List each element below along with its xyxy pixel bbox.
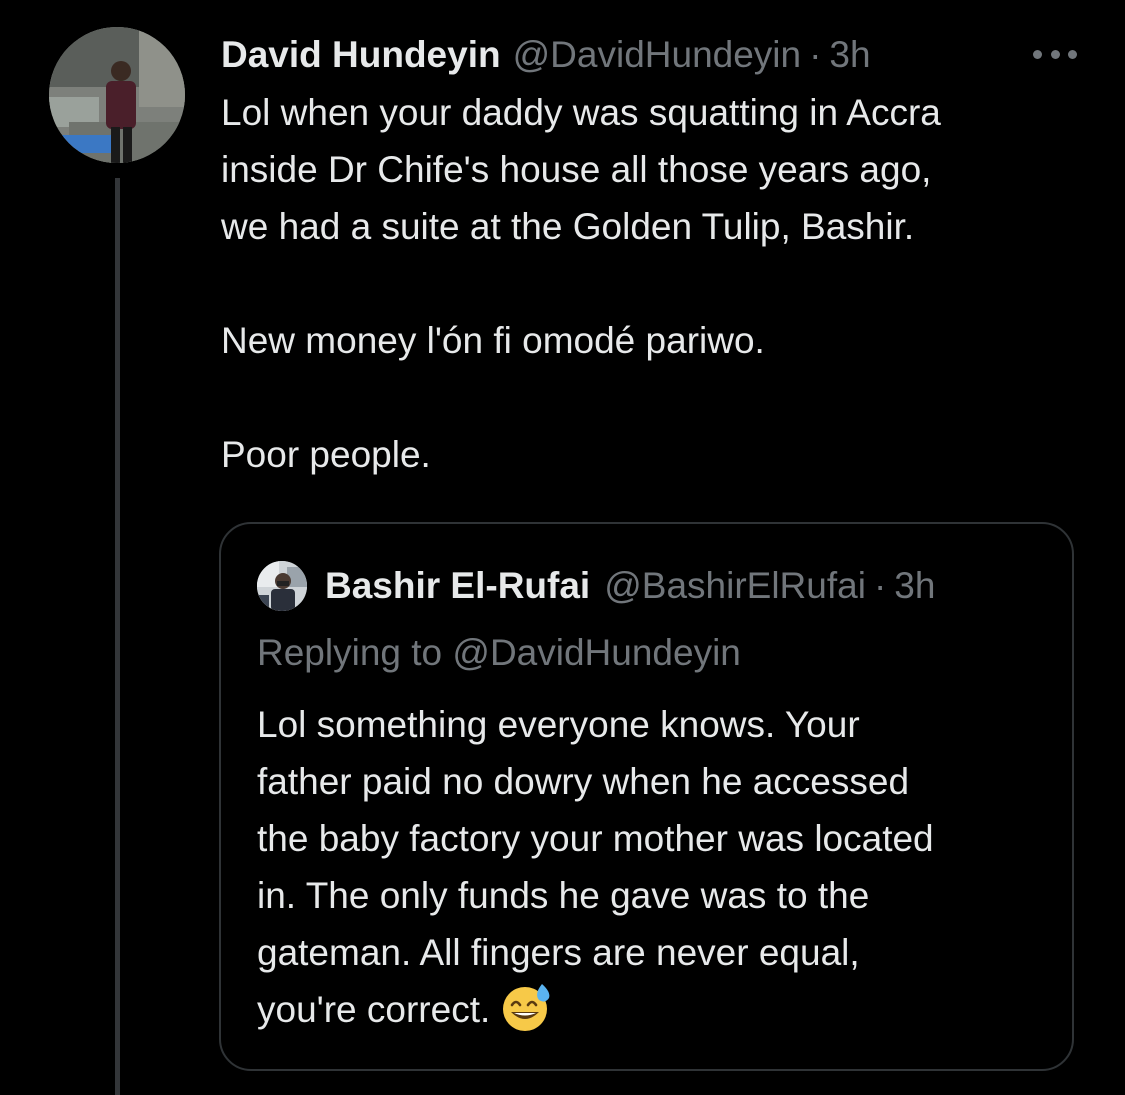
tweet-text-line: Poor people. (221, 434, 431, 475)
tweet-header: David Hundeyin @DavidHundeyin · 3h (221, 26, 1091, 84)
quoted-text-line: father paid no dowry when he accessed (257, 761, 910, 802)
replying-to-mention[interactable]: @DavidHundeyin (452, 632, 740, 673)
author-photo (49, 27, 185, 163)
author-avatar[interactable] (49, 27, 185, 163)
more-horizontal-icon[interactable] (1033, 36, 1077, 72)
quoted-text-line-last: you're correct. (257, 981, 1057, 1048)
quoted-text-line: you're correct. (257, 989, 491, 1030)
quoted-author-name[interactable]: Bashir El-Rufai (325, 565, 590, 607)
quoted-text-line: gateman. All fingers are never equal, (257, 932, 860, 973)
more-dot (1033, 49, 1042, 59)
separator-dot: · (873, 565, 887, 606)
replying-to: Replying to @DavidHundeyin (257, 625, 741, 681)
quoted-author-photo (257, 561, 307, 611)
quoted-author-handle[interactable]: @BashirElRufai (604, 565, 866, 607)
tweet-text: Lol when your daddy was squatting in Acc… (221, 84, 1091, 483)
more-dot (1068, 49, 1077, 59)
quoted-tweet-header: Bashir El-Rufai @BashirElRufai · 3h (257, 558, 935, 614)
quoted-tweet[interactable]: Bashir El-Rufai @BashirElRufai · 3h Repl… (219, 522, 1074, 1071)
tweet-timestamp[interactable]: 3h (829, 34, 870, 76)
tweet-text-line: we had a suite at the Golden Tulip, Bash… (221, 206, 915, 247)
quoted-author-avatar (257, 561, 307, 611)
author-name[interactable]: David Hundeyin (221, 34, 501, 76)
tweet-text-line: inside Dr Chife's house all those years … (221, 149, 932, 190)
quoted-text-line: the baby factory your mother was located (257, 818, 934, 859)
author-handle[interactable]: @DavidHundeyin (513, 34, 801, 76)
tweet-text-line: New money l'ón fi omodé pariwo. (221, 320, 765, 361)
quoted-text-line: in. The only funds he gave was to the (257, 875, 870, 916)
more-dot (1050, 49, 1060, 59)
replying-to-label: Replying to (257, 632, 443, 673)
quoted-text-line: Lol something everyone knows. Your (257, 704, 860, 745)
tweet-content: David Hundeyin @DavidHundeyin · 3h Lol w… (221, 26, 1091, 483)
quoted-tweet-text: Lol something everyone knows. Your fathe… (257, 696, 1057, 1048)
sweat-smile-emoji-icon (500, 982, 552, 1048)
tweet[interactable]: David Hundeyin @DavidHundeyin · 3h Lol w… (0, 0, 1125, 1095)
tweet-text-line: Lol when your daddy was squatting in Acc… (221, 92, 941, 133)
quoted-tweet-timestamp[interactable]: 3h (894, 565, 935, 607)
separator-dot: · (809, 34, 822, 75)
thread-line (115, 178, 120, 1095)
